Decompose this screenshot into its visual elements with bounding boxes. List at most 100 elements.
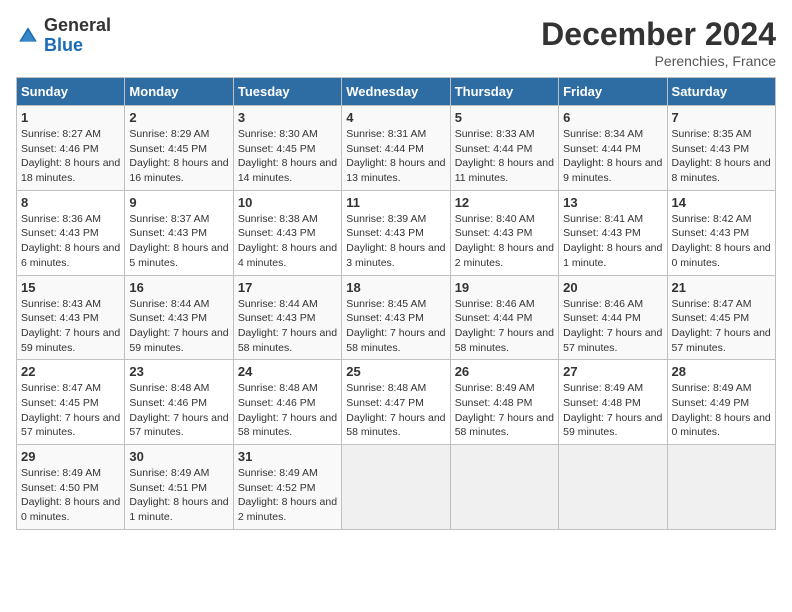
calendar-day-cell: 30 Sunrise: 8:49 AMSunset: 4:51 PMDaylig… <box>125 445 233 530</box>
calendar-day-cell: 2 Sunrise: 8:29 AMSunset: 4:45 PMDayligh… <box>125 106 233 191</box>
day-of-week-header: Sunday <box>17 78 125 106</box>
day-info: Sunrise: 8:40 AMSunset: 4:43 PMDaylight:… <box>455 213 554 269</box>
day-number: 5 <box>455 110 554 125</box>
day-info: Sunrise: 8:44 AMSunset: 4:43 PMDaylight:… <box>238 298 337 354</box>
logo-general: General <box>44 16 111 36</box>
calendar-day-cell: 24 Sunrise: 8:48 AMSunset: 4:46 PMDaylig… <box>233 360 341 445</box>
calendar-week-row: 29 Sunrise: 8:49 AMSunset: 4:50 PMDaylig… <box>17 445 776 530</box>
calendar-day-cell: 14 Sunrise: 8:42 AMSunset: 4:43 PMDaylig… <box>667 190 775 275</box>
calendar-day-cell <box>559 445 667 530</box>
calendar-day-cell <box>450 445 558 530</box>
day-number: 16 <box>129 280 228 295</box>
calendar-day-cell: 19 Sunrise: 8:46 AMSunset: 4:44 PMDaylig… <box>450 275 558 360</box>
day-info: Sunrise: 8:41 AMSunset: 4:43 PMDaylight:… <box>563 213 662 269</box>
calendar-day-cell: 12 Sunrise: 8:40 AMSunset: 4:43 PMDaylig… <box>450 190 558 275</box>
day-info: Sunrise: 8:44 AMSunset: 4:43 PMDaylight:… <box>129 298 228 354</box>
calendar-table: SundayMondayTuesdayWednesdayThursdayFrid… <box>16 77 776 530</box>
calendar-day-cell: 3 Sunrise: 8:30 AMSunset: 4:45 PMDayligh… <box>233 106 341 191</box>
day-of-week-header: Thursday <box>450 78 558 106</box>
day-number: 21 <box>672 280 771 295</box>
day-info: Sunrise: 8:30 AMSunset: 4:45 PMDaylight:… <box>238 128 337 184</box>
logo-text: General Blue <box>44 16 111 56</box>
day-number: 6 <box>563 110 662 125</box>
day-number: 13 <box>563 195 662 210</box>
day-info: Sunrise: 8:45 AMSunset: 4:43 PMDaylight:… <box>346 298 445 354</box>
day-info: Sunrise: 8:31 AMSunset: 4:44 PMDaylight:… <box>346 128 445 184</box>
day-info: Sunrise: 8:47 AMSunset: 4:45 PMDaylight:… <box>21 382 120 438</box>
calendar-week-row: 15 Sunrise: 8:43 AMSunset: 4:43 PMDaylig… <box>17 275 776 360</box>
day-of-week-header: Saturday <box>667 78 775 106</box>
calendar-day-cell: 27 Sunrise: 8:49 AMSunset: 4:48 PMDaylig… <box>559 360 667 445</box>
day-number: 15 <box>21 280 120 295</box>
day-number: 14 <box>672 195 771 210</box>
day-info: Sunrise: 8:46 AMSunset: 4:44 PMDaylight:… <box>455 298 554 354</box>
calendar-day-cell: 28 Sunrise: 8:49 AMSunset: 4:49 PMDaylig… <box>667 360 775 445</box>
calendar-day-cell: 15 Sunrise: 8:43 AMSunset: 4:43 PMDaylig… <box>17 275 125 360</box>
page-header: General Blue December 2024 Perenchies, F… <box>16 16 776 69</box>
day-number: 18 <box>346 280 445 295</box>
day-info: Sunrise: 8:49 AMSunset: 4:48 PMDaylight:… <box>455 382 554 438</box>
calendar-day-cell: 29 Sunrise: 8:49 AMSunset: 4:50 PMDaylig… <box>17 445 125 530</box>
calendar-day-cell: 7 Sunrise: 8:35 AMSunset: 4:43 PMDayligh… <box>667 106 775 191</box>
calendar-day-cell: 17 Sunrise: 8:44 AMSunset: 4:43 PMDaylig… <box>233 275 341 360</box>
day-info: Sunrise: 8:33 AMSunset: 4:44 PMDaylight:… <box>455 128 554 184</box>
day-info: Sunrise: 8:48 AMSunset: 4:46 PMDaylight:… <box>129 382 228 438</box>
calendar-day-cell: 31 Sunrise: 8:49 AMSunset: 4:52 PMDaylig… <box>233 445 341 530</box>
calendar-day-cell: 18 Sunrise: 8:45 AMSunset: 4:43 PMDaylig… <box>342 275 450 360</box>
day-number: 31 <box>238 449 337 464</box>
calendar-header-row: SundayMondayTuesdayWednesdayThursdayFrid… <box>17 78 776 106</box>
title-area: December 2024 Perenchies, France <box>541 16 776 69</box>
day-of-week-header: Friday <box>559 78 667 106</box>
day-info: Sunrise: 8:39 AMSunset: 4:43 PMDaylight:… <box>346 213 445 269</box>
location: Perenchies, France <box>541 53 776 69</box>
day-number: 23 <box>129 364 228 379</box>
day-info: Sunrise: 8:43 AMSunset: 4:43 PMDaylight:… <box>21 298 120 354</box>
day-info: Sunrise: 8:37 AMSunset: 4:43 PMDaylight:… <box>129 213 228 269</box>
day-number: 4 <box>346 110 445 125</box>
day-number: 28 <box>672 364 771 379</box>
day-info: Sunrise: 8:29 AMSunset: 4:45 PMDaylight:… <box>129 128 228 184</box>
day-number: 25 <box>346 364 445 379</box>
day-number: 30 <box>129 449 228 464</box>
day-info: Sunrise: 8:47 AMSunset: 4:45 PMDaylight:… <box>672 298 771 354</box>
calendar-day-cell: 10 Sunrise: 8:38 AMSunset: 4:43 PMDaylig… <box>233 190 341 275</box>
calendar-day-cell: 8 Sunrise: 8:36 AMSunset: 4:43 PMDayligh… <box>17 190 125 275</box>
calendar-week-row: 8 Sunrise: 8:36 AMSunset: 4:43 PMDayligh… <box>17 190 776 275</box>
day-number: 8 <box>21 195 120 210</box>
month-title: December 2024 <box>541 16 776 53</box>
day-number: 22 <box>21 364 120 379</box>
calendar-day-cell: 4 Sunrise: 8:31 AMSunset: 4:44 PMDayligh… <box>342 106 450 191</box>
day-info: Sunrise: 8:36 AMSunset: 4:43 PMDaylight:… <box>21 213 120 269</box>
calendar-day-cell <box>342 445 450 530</box>
day-number: 9 <box>129 195 228 210</box>
day-info: Sunrise: 8:49 AMSunset: 4:51 PMDaylight:… <box>129 467 228 523</box>
calendar-day-cell: 6 Sunrise: 8:34 AMSunset: 4:44 PMDayligh… <box>559 106 667 191</box>
calendar-day-cell: 16 Sunrise: 8:44 AMSunset: 4:43 PMDaylig… <box>125 275 233 360</box>
day-number: 24 <box>238 364 337 379</box>
day-number: 19 <box>455 280 554 295</box>
day-info: Sunrise: 8:49 AMSunset: 4:52 PMDaylight:… <box>238 467 337 523</box>
day-number: 27 <box>563 364 662 379</box>
day-info: Sunrise: 8:42 AMSunset: 4:43 PMDaylight:… <box>672 213 771 269</box>
calendar-day-cell: 13 Sunrise: 8:41 AMSunset: 4:43 PMDaylig… <box>559 190 667 275</box>
logo: General Blue <box>16 16 111 56</box>
calendar-day-cell: 26 Sunrise: 8:49 AMSunset: 4:48 PMDaylig… <box>450 360 558 445</box>
calendar-week-row: 1 Sunrise: 8:27 AMSunset: 4:46 PMDayligh… <box>17 106 776 191</box>
day-info: Sunrise: 8:48 AMSunset: 4:46 PMDaylight:… <box>238 382 337 438</box>
day-info: Sunrise: 8:49 AMSunset: 4:48 PMDaylight:… <box>563 382 662 438</box>
day-info: Sunrise: 8:49 AMSunset: 4:49 PMDaylight:… <box>672 382 771 438</box>
calendar-day-cell: 11 Sunrise: 8:39 AMSunset: 4:43 PMDaylig… <box>342 190 450 275</box>
day-number: 12 <box>455 195 554 210</box>
day-info: Sunrise: 8:34 AMSunset: 4:44 PMDaylight:… <box>563 128 662 184</box>
day-number: 26 <box>455 364 554 379</box>
day-number: 10 <box>238 195 337 210</box>
day-number: 2 <box>129 110 228 125</box>
calendar-day-cell: 9 Sunrise: 8:37 AMSunset: 4:43 PMDayligh… <box>125 190 233 275</box>
calendar-day-cell: 23 Sunrise: 8:48 AMSunset: 4:46 PMDaylig… <box>125 360 233 445</box>
day-info: Sunrise: 8:27 AMSunset: 4:46 PMDaylight:… <box>21 128 120 184</box>
logo-blue: Blue <box>44 36 111 56</box>
calendar-day-cell <box>667 445 775 530</box>
calendar-day-cell: 22 Sunrise: 8:47 AMSunset: 4:45 PMDaylig… <box>17 360 125 445</box>
day-number: 7 <box>672 110 771 125</box>
day-number: 20 <box>563 280 662 295</box>
